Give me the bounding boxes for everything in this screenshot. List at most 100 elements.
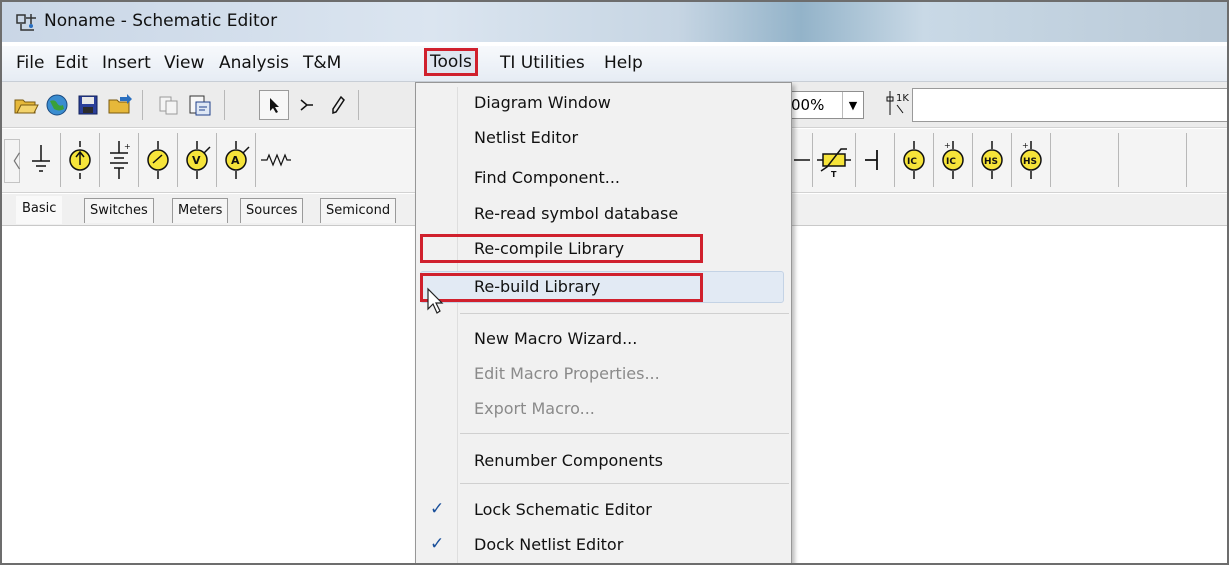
svg-text:+: + — [944, 141, 951, 150]
toolbar-separator — [142, 90, 143, 120]
svg-text:+: + — [1022, 141, 1029, 150]
component-name-field[interactable] — [912, 88, 1227, 122]
wire-tool-button[interactable] — [292, 90, 322, 120]
mouse-cursor-icon — [427, 287, 444, 314]
window-title: Noname - Schematic Editor — [44, 11, 278, 31]
menu-item-diagram-window[interactable]: Diagram Window — [474, 93, 611, 112]
tab-meters[interactable]: Meters — [172, 198, 229, 223]
svg-text:HS: HS — [984, 157, 998, 167]
menu-tools[interactable]: Tools — [424, 48, 478, 76]
menu-item-edit-macro-properties: Edit Macro Properties... — [474, 364, 660, 383]
svg-text:+: + — [124, 142, 131, 151]
resistor-component[interactable] — [256, 133, 296, 187]
ic-source-plus-icon: IC + — [942, 141, 964, 179]
menu-separator — [460, 483, 789, 484]
paste-icon — [189, 95, 211, 116]
checkmark-icon: ✓ — [430, 499, 445, 519]
menu-view[interactable]: View — [160, 51, 208, 75]
ground-icon — [32, 145, 50, 172]
title-bar: Noname - Schematic Editor — [2, 2, 1227, 42]
toolbar-separator — [224, 90, 225, 120]
scroll-left-button[interactable]: 〈 — [3, 139, 21, 183]
menu-item-rebuild-library[interactable]: Re-build Library — [474, 277, 600, 296]
ac-source-icon — [147, 141, 169, 179]
open-macro-button[interactable] — [105, 90, 135, 120]
svg-text:V: V — [192, 154, 201, 167]
open-folder-icon — [14, 99, 39, 114]
menu-tm[interactable]: T&M — [299, 51, 345, 75]
save-button[interactable] — [73, 90, 103, 120]
checkmark-icon: ✓ — [430, 534, 445, 554]
ic-source-component[interactable]: IC — [895, 133, 934, 187]
resistor-value-button[interactable]: 1K — [882, 88, 912, 118]
thermistor-component[interactable]: T — [812, 133, 856, 187]
pencil-icon — [332, 95, 345, 115]
svg-text:IC: IC — [907, 157, 917, 167]
folder-arrow-icon — [108, 94, 132, 114]
hs-source-plus-icon: HS + — [1020, 141, 1042, 179]
menu-bar: File Edit Insert View Analysis T&M Tools… — [2, 46, 1227, 82]
tab-switches[interactable]: Switches — [84, 198, 154, 223]
copy-button[interactable] — [154, 90, 184, 120]
menu-item-find-component[interactable]: Find Component... — [474, 168, 620, 187]
voltmeter-icon: V — [186, 141, 211, 179]
menu-item-new-macro-wizard[interactable]: New Macro Wizard... — [474, 329, 637, 348]
application-window: Noname - Schematic Editor File Edit Inse… — [0, 0, 1229, 565]
app-logo-icon — [16, 14, 36, 31]
capacitor-icon — [865, 150, 878, 170]
wire-icon — [300, 99, 313, 111]
zoom-dropdown-button[interactable]: ▼ — [842, 92, 863, 118]
paste-button[interactable] — [185, 90, 215, 120]
empty-component-slot[interactable] — [1119, 133, 1187, 187]
menu-edit[interactable]: Edit — [51, 51, 92, 75]
resistor-icon — [261, 153, 291, 167]
ic-source-icon: IC — [903, 141, 925, 179]
menu-item-lock-schematic-editor[interactable]: Lock Schematic Editor — [474, 500, 652, 519]
menu-item-renumber-components[interactable]: Renumber Components — [474, 451, 663, 470]
menu-item-netlist-editor[interactable]: Netlist Editor — [474, 128, 578, 147]
select-tool-button[interactable] — [259, 90, 289, 120]
voltmeter-component[interactable]: V — [178, 133, 217, 187]
resistor-label-icon: 1K — [886, 91, 909, 115]
ground-component[interactable] — [22, 133, 61, 187]
thermistor-icon: T — [817, 148, 851, 179]
tab-basic[interactable]: Basic — [16, 196, 63, 224]
menu-separator — [460, 313, 789, 314]
menu-item-recompile-library[interactable]: Re-compile Library — [474, 239, 624, 258]
svg-text:T: T — [831, 170, 837, 179]
pen-tool-button[interactable] — [323, 90, 353, 120]
menu-separator — [460, 433, 789, 434]
battery-component[interactable]: + — [100, 133, 139, 187]
voltage-source-component[interactable] — [139, 133, 178, 187]
hs-source-plus-component[interactable]: HS + — [1012, 133, 1051, 187]
menu-gutter — [457, 87, 458, 563]
chevron-left-icon: 〈 — [3, 152, 21, 173]
tools-menu: Diagram Window Netlist Editor Find Compo… — [415, 82, 792, 563]
current-source-component[interactable] — [61, 133, 100, 187]
tab-semiconductors[interactable]: Semicond — [320, 198, 397, 223]
empty-component-slot[interactable] — [1051, 133, 1119, 187]
menu-analysis[interactable]: Analysis — [215, 51, 293, 75]
menu-item-dock-netlist-editor[interactable]: Dock Netlist Editor — [474, 535, 623, 554]
capacitor-component[interactable] — [856, 133, 895, 187]
component-partial[interactable] — [792, 133, 812, 187]
current-source-icon — [69, 141, 91, 179]
menu-ti-utilities[interactable]: TI Utilities — [496, 51, 589, 75]
ic-source-plus-component[interactable]: IC + — [934, 133, 973, 187]
tab-sources[interactable]: Sources — [240, 198, 304, 223]
svg-text:1K: 1K — [896, 93, 909, 104]
open-folder-button[interactable] — [11, 90, 41, 120]
ammeter-icon: A — [225, 141, 250, 179]
menu-insert[interactable]: Insert — [98, 51, 155, 75]
zoom-value: 00% — [791, 96, 825, 114]
svg-text:HS: HS — [1023, 157, 1037, 167]
arrow-pointer-icon — [270, 98, 279, 113]
globe-icon — [46, 94, 68, 116]
menu-item-reread-symbol-database[interactable]: Re-read symbol database — [474, 204, 678, 223]
menu-file[interactable]: File — [12, 51, 48, 75]
hs-source-component[interactable]: HS — [973, 133, 1012, 187]
menu-help[interactable]: Help — [600, 51, 647, 75]
chevron-down-icon: ▼ — [848, 98, 858, 112]
ammeter-component[interactable]: A — [217, 133, 256, 187]
globe-button[interactable] — [42, 90, 72, 120]
